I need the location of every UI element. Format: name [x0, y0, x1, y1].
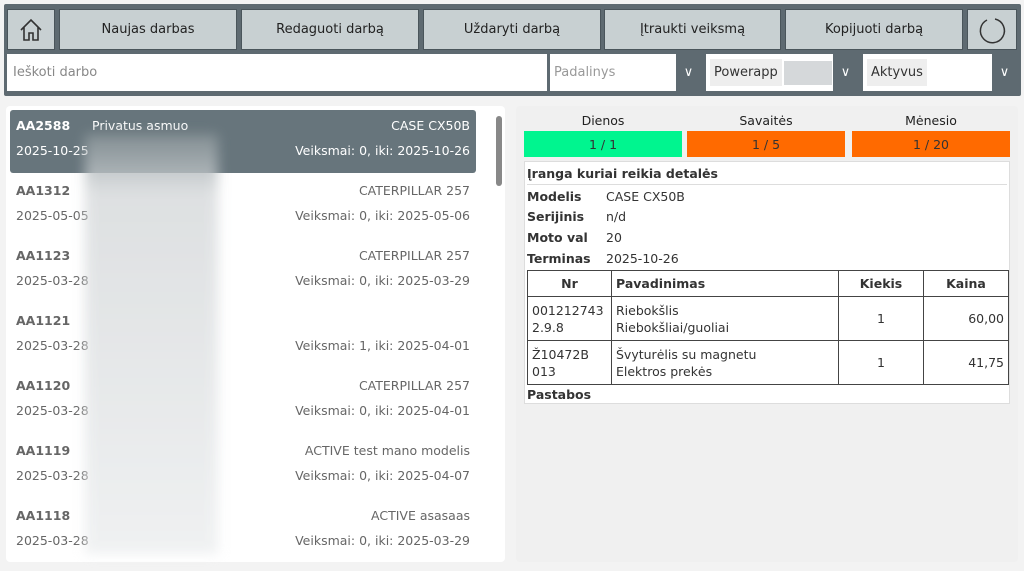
job-id: AA1123: [16, 248, 71, 263]
chevron-down-icon: ∨: [833, 54, 858, 91]
edit-job-button[interactable]: Redaguoti darbą: [241, 9, 419, 50]
notes-label: Pastabos: [527, 387, 592, 402]
card-title: Įranga kuriai reikia detalės: [527, 166, 1007, 185]
chevron-down-icon: ∨: [992, 54, 1017, 91]
stat-weeks: 1 / 5: [687, 131, 845, 157]
field-hours: Moto val 20: [527, 230, 622, 245]
refresh-icon: [979, 17, 1006, 43]
toolbar: Naujas darbas Redaguoti darbą Uždaryti d…: [4, 4, 1021, 96]
copy-job-button[interactable]: Kopijuoti darbą: [785, 9, 963, 50]
home-button[interactable]: [7, 9, 55, 50]
close-job-button[interactable]: Uždaryti darbą: [423, 9, 601, 50]
parts-table: Nr Pavadinimas Kiekis Kaina 001212743 2.9.8 R…: [527, 270, 1009, 385]
job-id: AA1121: [16, 313, 71, 328]
home-icon: [20, 18, 42, 41]
job-act: Veiksmai: 0, iki: 2025-10-26: [295, 143, 470, 158]
list-item[interactable]: AA1121 2025-03-28 Veiksmai: 1, iki: 2025-0…: [10, 305, 476, 368]
col-qty: Kiekis: [838, 270, 924, 297]
job-date: 2025-03-28: [16, 403, 89, 418]
padalinys-dropdown[interactable]: Padalinys ∨: [550, 54, 701, 91]
job-act: Veiksmai: 0, iki: 2025-03-29: [295, 273, 470, 288]
job-date: 2025-03-28: [16, 533, 89, 548]
scrollbar[interactable]: [496, 116, 502, 186]
detail-panel: Dienos Savaitės Mėnesio 1 / 1 1 / 5 1 / …: [516, 106, 1018, 562]
job-id: AA1119: [16, 443, 71, 458]
chevron-down-icon: ∨: [676, 54, 701, 91]
stat-months: 1 / 20: [852, 131, 1010, 157]
stat-label-months: Mėnesio: [905, 113, 957, 128]
redacted-region: [85, 134, 218, 554]
powerapp-value: Powerapp: [710, 59, 782, 86]
field-serial: Serijinis n/d: [527, 209, 627, 224]
list-item[interactable]: AA1120 CATERPILLAR 257 2025-03-28 Veiksmai:…: [10, 370, 476, 433]
list-item[interactable]: AA1118 ACTIVE asasaas 2025-03-28 Veiksmai: …: [10, 500, 476, 562]
table-row[interactable]: Ž10472B 013 Švyturėlis su magnetu Elektros …: [527, 340, 1009, 385]
job-id: AA1120: [16, 378, 71, 393]
job-model: ACTIVE test mano modelis: [304, 443, 470, 458]
list-item[interactable]: AA1119 ACTIVE test mano modelis 2025-03-28…: [10, 435, 476, 498]
list-item[interactable]: AA1123 CATERPILLAR 257 2025-03-28 Veiksmai:…: [10, 240, 476, 303]
job-id: AA1118: [16, 508, 71, 523]
job-id: AA2588: [16, 118, 71, 133]
search-input[interactable]: Ieškoti darbo: [7, 54, 547, 91]
add-action-button[interactable]: Įtraukti veiksmą: [604, 9, 781, 50]
powerapp-dropdown[interactable]: Powerapp ∨: [706, 54, 858, 91]
job-name: Privatus asmuo: [92, 118, 189, 133]
job-model: CATERPILLAR 257: [358, 248, 470, 263]
padalinys-value: Padalinys: [554, 65, 616, 80]
job-date: 2025-03-28: [16, 273, 89, 288]
field-model: Modelis CASE CX50B: [527, 189, 685, 204]
table-row[interactable]: 001212743 2.9.8 Riebokšlis Riebokšliai/guol…: [527, 296, 1009, 341]
powerapp-chip: [783, 60, 832, 85]
job-act: Veiksmai: 0, iki: 2025-04-01: [295, 403, 470, 418]
new-job-button[interactable]: Naujas darbas: [59, 9, 237, 50]
stat-label-days: Dienos: [581, 113, 625, 128]
job-date: 2025-05-05: [16, 208, 89, 223]
job-date: 2025-10-25: [16, 143, 89, 158]
job-act: Veiksmai: 1, iki: 2025-04-01: [295, 338, 470, 353]
status-dropdown[interactable]: Aktyvus ∨: [863, 54, 1017, 91]
job-model: ACTIVE asasaas: [371, 508, 470, 523]
job-id: AA1312: [16, 183, 71, 198]
col-price: Kaina: [923, 270, 1009, 297]
job-date: 2025-03-28: [16, 468, 89, 483]
col-nr: Nr: [527, 270, 612, 297]
refresh-button[interactable]: [967, 9, 1017, 50]
job-date: 2025-03-28: [16, 338, 89, 353]
job-list: AA2588 Privatus asmuo CASE CX50B 2025-10-25…: [6, 106, 505, 562]
job-act: Veiksmai: 0, iki: 2025-05-06: [295, 208, 470, 223]
field-deadline: Terminas 2025-10-26: [527, 251, 679, 266]
list-item[interactable]: AA2588 Privatus asmuo CASE CX50B 2025-10-25…: [10, 110, 476, 173]
list-item[interactable]: AA1312 CATERPILLAR 257 2025-05-05 Veiksmai:…: [10, 175, 476, 238]
job-model: CATERPILLAR 257: [358, 183, 470, 198]
col-name: Pavadinimas: [611, 270, 839, 297]
equipment-card: Įranga kuriai reikia detalės Modelis CASE…: [524, 161, 1010, 404]
stat-label-weeks: Savaitės: [739, 113, 793, 128]
job-model: CASE CX50B: [391, 118, 470, 133]
status-value: Aktyvus: [867, 59, 927, 86]
job-model: CATERPILLAR 257: [358, 378, 470, 393]
job-act: Veiksmai: 0, iki: 2025-03-29: [295, 533, 470, 548]
stat-days: 1 / 1: [524, 131, 682, 157]
job-act: Veiksmai: 0, iki: 2025-04-07: [295, 468, 470, 483]
